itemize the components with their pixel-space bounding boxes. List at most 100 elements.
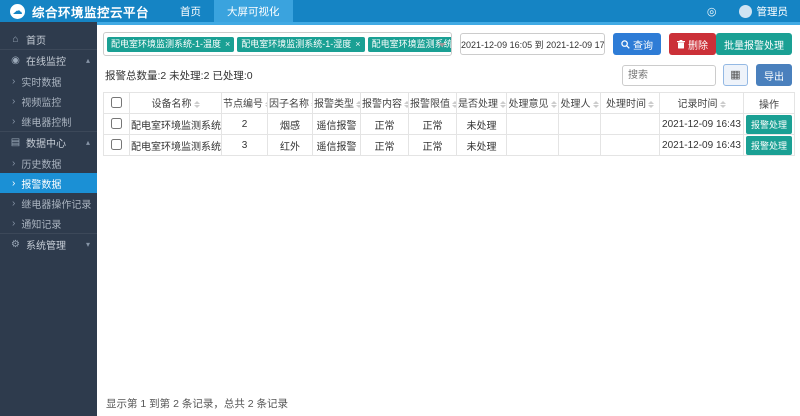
- select-all-checkbox[interactable]: [111, 97, 122, 109]
- batch-alarm-process-button[interactable]: 批量报警处理: [716, 33, 792, 55]
- device-factor-select[interactable]: 配电室环境监测系统-1-温度 × 配电室环境监测系统-1-湿度 × 配电室环境监…: [103, 32, 453, 56]
- app-title: 综合环境监控云平台: [32, 5, 150, 20]
- cell-factor: 烟感: [267, 113, 313, 135]
- grid-icon: ▦: [730, 68, 741, 81]
- filter-bar: 配电室环境监测系统-1-温度 × 配电室环境监测系统-1-湿度 × 配电室环境监…: [103, 32, 792, 56]
- filter-tag-label: 配电室环境监测系统-1-温度: [111, 38, 222, 49]
- sidebar-item-realtime-data[interactable]: › 实时数据: [0, 71, 97, 91]
- sidebar-group-system-management[interactable]: ⚙ 系统管理 ▾: [0, 233, 97, 255]
- cell-limit: 正常: [408, 134, 457, 156]
- cell-opinion: [506, 134, 559, 156]
- row-checkbox[interactable]: [111, 118, 122, 130]
- export-button[interactable]: 导出: [756, 64, 792, 86]
- cloud-logo-icon: ☁: [10, 3, 25, 19]
- chevron-right-icon: ›: [12, 95, 16, 107]
- chevron-right-icon: ›: [12, 217, 16, 229]
- col-factor-name[interactable]: 因子名称: [267, 92, 313, 114]
- col-handler[interactable]: 处理人: [558, 92, 601, 114]
- cell-limit: 正常: [408, 113, 457, 135]
- sidebar-item-relay-control[interactable]: › 继电器控制: [0, 111, 97, 131]
- col-device-name[interactable]: 设备名称: [129, 92, 222, 114]
- app-window: ☁ 综合环境监控云平台 首页 大屏可视化 ◎ 管理员 ⌂ 首页 ◉ 在线监控 ▴…: [0, 0, 800, 416]
- database-icon: ▤: [10, 137, 21, 148]
- close-icon[interactable]: ×: [355, 39, 360, 49]
- monitor-icon: ◉: [11, 55, 20, 66]
- col-alarm-limit[interactable]: 报警限值: [408, 92, 457, 114]
- alarm-process-button[interactable]: 报警处理: [745, 135, 792, 155]
- chevron-up-icon: ▴: [85, 138, 90, 147]
- cell-content: 正常: [360, 134, 409, 156]
- delete-button[interactable]: 删除: [669, 33, 716, 55]
- alarm-process-button[interactable]: 报警处理: [745, 114, 792, 134]
- main-content: 配电室环境监测系统-1-温度 × 配电室环境监测系统-1-湿度 × 配电室环境监…: [97, 22, 800, 416]
- chevron-right-icon: ›: [12, 75, 16, 87]
- sort-icon: [648, 98, 654, 111]
- chevron-up-icon: ▴: [85, 56, 90, 65]
- row-checkbox[interactable]: [111, 139, 122, 151]
- sidebar-item-home[interactable]: ⌂ 首页: [0, 29, 97, 49]
- cell-opinion: [506, 113, 559, 135]
- search-icon: [621, 39, 630, 49]
- sidebar-item-label: 报警数据: [21, 179, 62, 191]
- sidebar: ⌂ 首页 ◉ 在线监控 ▴ › 实时数据 › 视频监控 › 继电器控制 ▤ 数据…: [0, 22, 97, 416]
- sidebar-item-history-data[interactable]: › 历史数据: [0, 153, 97, 173]
- columns-toggle-button[interactable]: ▦: [723, 64, 748, 86]
- col-operation: 操作: [743, 92, 795, 114]
- sidebar-item-label: 历史数据: [21, 159, 62, 171]
- cell-handler: [558, 134, 601, 156]
- sort-icon: [592, 98, 599, 111]
- col-handle-time[interactable]: 处理时间: [600, 92, 660, 114]
- sort-icon: [719, 98, 726, 111]
- filter-tag[interactable]: 配电室环境监测系统-1-温度 ×: [107, 36, 235, 52]
- sort-icon: [500, 98, 506, 111]
- sort-icon: [452, 98, 456, 111]
- user-name[interactable]: 管理员: [757, 4, 789, 19]
- sidebar-item-label: 数据中心: [26, 139, 66, 150]
- gear-icon: ⚙: [11, 239, 20, 250]
- sort-icon: [193, 98, 200, 111]
- col-alarm-type[interactable]: 报警类型: [312, 92, 361, 114]
- filter-tag[interactable]: 配电室环境监测系统-1-湿度 ×: [237, 36, 365, 52]
- sidebar-item-label: 系统管理: [26, 241, 66, 252]
- cell-factor: 红外: [267, 134, 313, 156]
- nav-item-dashboard[interactable]: 大屏可视化: [214, 0, 293, 22]
- customer-service-icon[interactable]: ◎: [707, 5, 717, 18]
- trash-icon: [677, 39, 685, 48]
- sidebar-item-relay-operation-records[interactable]: › 继电器操作记录: [0, 193, 97, 213]
- col-processed[interactable]: 是否处理: [456, 92, 507, 114]
- cell-device: 配电室环境监测系统: [129, 134, 222, 156]
- col-node-number[interactable]: 节点编号: [221, 92, 268, 114]
- sidebar-group-data-center[interactable]: ▤ 数据中心 ▴: [0, 131, 97, 153]
- sidebar-item-label: 首页: [26, 35, 46, 47]
- sidebar-item-label: 实时数据: [21, 77, 62, 89]
- sidebar-item-label: 视频监控: [21, 97, 62, 109]
- close-icon[interactable]: ×: [225, 39, 230, 49]
- chevron-right-icon: ›: [12, 157, 16, 169]
- sidebar-item-video-monitoring[interactable]: › 视频监控: [0, 91, 97, 111]
- date-range-input[interactable]: [460, 33, 605, 55]
- filter-tag-label: 配电室环境监测系统-1-湿度: [241, 38, 352, 49]
- sort-icon: [404, 98, 408, 111]
- alarm-table: 设备名称 节点编号 因子名称 报警类型 报警内容 报警限值 是否处理 处理意见 …: [103, 92, 795, 156]
- cell-node: 2: [221, 113, 268, 135]
- chevron-down-icon: ▾: [85, 240, 90, 249]
- sidebar-group-online-monitoring[interactable]: ◉ 在线监控 ▴: [0, 49, 97, 71]
- chevron-right-icon: ›: [12, 197, 16, 209]
- avatar[interactable]: [738, 4, 752, 18]
- query-button[interactable]: 查询: [613, 33, 661, 55]
- cell-content: 正常: [360, 113, 409, 135]
- col-opinion[interactable]: 处理意见: [506, 92, 559, 114]
- search-input[interactable]: [622, 64, 716, 86]
- table-row: 配电室环境监测系统 3 红外 遥信报警 正常 正常 未处理 2021-12-09…: [103, 134, 795, 156]
- select-all-cell: [103, 92, 130, 114]
- sidebar-item-label: 继电器操作记录: [21, 199, 92, 211]
- nav-item-home[interactable]: 首页: [167, 0, 214, 22]
- header-nav: 首页 大屏可视化: [167, 0, 293, 22]
- col-record-time[interactable]: 记录时间: [659, 92, 744, 114]
- sidebar-item-alarm-data[interactable]: › 报警数据: [0, 173, 97, 193]
- top-header: ☁ 综合环境监控云平台 首页 大屏可视化 ◎ 管理员: [0, 0, 800, 22]
- cell-node: 3: [221, 134, 268, 156]
- cell-handler: [558, 113, 601, 135]
- sidebar-item-notification-records[interactable]: › 通知记录: [0, 213, 97, 233]
- col-alarm-content[interactable]: 报警内容: [360, 92, 409, 114]
